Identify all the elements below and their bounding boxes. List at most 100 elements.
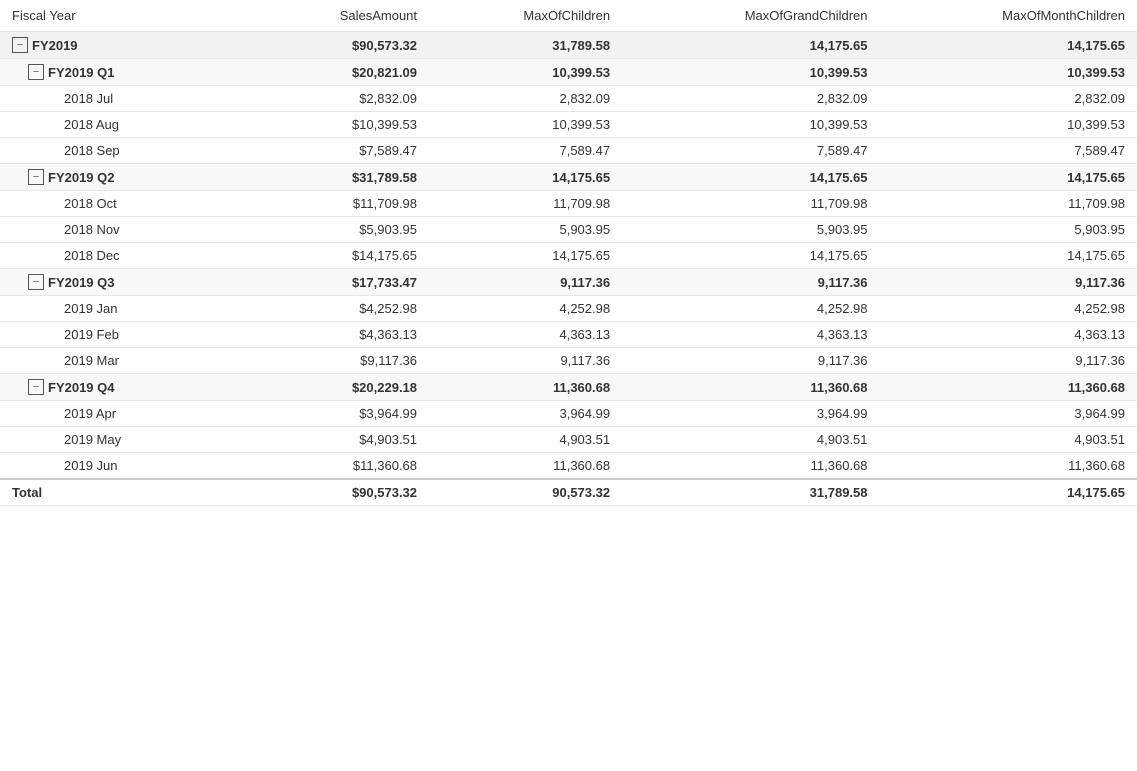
row-label: 2019 May: [64, 432, 121, 447]
fiscal-year-cell: 2018 Aug: [0, 112, 236, 138]
sales-amount-cell: $2,832.09: [236, 86, 429, 112]
expand-collapse-icon[interactable]: −: [28, 169, 44, 185]
fiscal-year-cell: 2018 Jul: [0, 86, 236, 112]
fiscal-year-cell: 2019 Mar: [0, 348, 236, 374]
max-grand-children-cell: 5,903.95: [622, 217, 879, 243]
max-month-children-cell: 4,252.98: [880, 296, 1137, 322]
expand-collapse-icon[interactable]: −: [28, 379, 44, 395]
table-row: 2019 May$4,903.514,903.514,903.514,903.5…: [0, 427, 1137, 453]
fiscal-year-cell: 2018 Oct: [0, 191, 236, 217]
expand-collapse-icon[interactable]: −: [28, 64, 44, 80]
max-grand-children-cell: 4,903.51: [622, 427, 879, 453]
max-children-cell: 9,117.36: [429, 269, 622, 296]
sales-amount-cell: $11,360.68: [236, 453, 429, 480]
max-month-children-cell: 10,399.53: [880, 59, 1137, 86]
table-row: 2019 Jun$11,360.6811,360.6811,360.6811,3…: [0, 453, 1137, 480]
table-row: 2018 Nov$5,903.955,903.955,903.955,903.9…: [0, 217, 1137, 243]
max-children-cell: 7,589.47: [429, 138, 622, 164]
col-header-sales-amount: SalesAmount: [236, 0, 429, 32]
max-month-children-cell: 5,903.95: [880, 217, 1137, 243]
table-row: 2019 Feb$4,363.134,363.134,363.134,363.1…: [0, 322, 1137, 348]
max-children-cell: 14,175.65: [429, 243, 622, 269]
max-grand-children-cell: 4,363.13: [622, 322, 879, 348]
table-row: 2019 Mar$9,117.369,117.369,117.369,117.3…: [0, 348, 1137, 374]
fiscal-year-cell[interactable]: −FY2019 Q4: [0, 374, 236, 401]
max-children-cell: 31,789.58: [429, 32, 622, 59]
row-label: 2018 Nov: [64, 222, 120, 237]
expand-collapse-icon[interactable]: −: [12, 37, 28, 53]
sales-amount-cell: $11,709.98: [236, 191, 429, 217]
max-month-children-cell: 14,175.65: [880, 243, 1137, 269]
table-row: 2018 Jul$2,832.092,832.092,832.092,832.0…: [0, 86, 1137, 112]
max-grand-children-cell: 10,399.53: [622, 59, 879, 86]
row-label: FY2019 Q1: [48, 65, 115, 80]
col-header-max-grand-children: MaxOfGrandChildren: [622, 0, 879, 32]
sales-amount-cell: $90,573.32: [236, 479, 429, 506]
sales-amount-cell: $5,903.95: [236, 217, 429, 243]
header-row: Fiscal Year SalesAmount MaxOfChildren Ma…: [0, 0, 1137, 32]
max-children-cell: 2,832.09: [429, 86, 622, 112]
max-grand-children-cell: 4,252.98: [622, 296, 879, 322]
row-label: 2018 Aug: [64, 117, 119, 132]
col-header-max-month-children: MaxOfMonthChildren: [880, 0, 1137, 32]
fiscal-year-cell[interactable]: −FY2019: [0, 32, 236, 59]
row-label: 2018 Oct: [64, 196, 117, 211]
max-children-cell: 5,903.95: [429, 217, 622, 243]
row-label: 2019 Jun: [64, 458, 118, 473]
sales-amount-cell: $4,903.51: [236, 427, 429, 453]
sales-amount-cell: $17,733.47: [236, 269, 429, 296]
row-label: FY2019 Q4: [48, 380, 115, 395]
max-month-children-cell: 14,175.65: [880, 164, 1137, 191]
sales-amount-cell: $14,175.65: [236, 243, 429, 269]
max-month-children-cell: 4,363.13: [880, 322, 1137, 348]
fiscal-year-cell: 2018 Nov: [0, 217, 236, 243]
table-row: 2019 Jan$4,252.984,252.984,252.984,252.9…: [0, 296, 1137, 322]
max-children-cell: 11,360.68: [429, 453, 622, 480]
table-row: Total$90,573.3290,573.3231,789.5814,175.…: [0, 479, 1137, 506]
sales-amount-cell: $31,789.58: [236, 164, 429, 191]
row-label: Total: [12, 485, 42, 500]
max-grand-children-cell: 3,964.99: [622, 401, 879, 427]
max-grand-children-cell: 11,360.68: [622, 453, 879, 480]
sales-amount-cell: $3,964.99: [236, 401, 429, 427]
max-children-cell: 9,117.36: [429, 348, 622, 374]
fiscal-year-table: Fiscal Year SalesAmount MaxOfChildren Ma…: [0, 0, 1137, 506]
row-label: 2019 Jan: [64, 301, 118, 316]
row-label: 2018 Dec: [64, 248, 120, 263]
table-row: 2019 Apr$3,964.993,964.993,964.993,964.9…: [0, 401, 1137, 427]
max-month-children-cell: 11,709.98: [880, 191, 1137, 217]
max-children-cell: 90,573.32: [429, 479, 622, 506]
expand-collapse-icon[interactable]: −: [28, 274, 44, 290]
max-children-cell: 3,964.99: [429, 401, 622, 427]
max-month-children-cell: 11,360.68: [880, 453, 1137, 480]
max-children-cell: 4,903.51: [429, 427, 622, 453]
table-container: Fiscal Year SalesAmount MaxOfChildren Ma…: [0, 0, 1137, 771]
max-children-cell: 4,363.13: [429, 322, 622, 348]
max-grand-children-cell: 31,789.58: [622, 479, 879, 506]
max-grand-children-cell: 11,709.98: [622, 191, 879, 217]
row-label: FY2019 Q3: [48, 275, 115, 290]
max-grand-children-cell: 11,360.68: [622, 374, 879, 401]
max-grand-children-cell: 14,175.65: [622, 32, 879, 59]
sales-amount-cell: $90,573.32: [236, 32, 429, 59]
max-month-children-cell: 11,360.68: [880, 374, 1137, 401]
fiscal-year-cell[interactable]: −FY2019 Q2: [0, 164, 236, 191]
max-children-cell: 4,252.98: [429, 296, 622, 322]
max-grand-children-cell: 14,175.65: [622, 243, 879, 269]
sales-amount-cell: $9,117.36: [236, 348, 429, 374]
max-grand-children-cell: 7,589.47: [622, 138, 879, 164]
col-header-max-children: MaxOfChildren: [429, 0, 622, 32]
row-label: 2019 Feb: [64, 327, 119, 342]
sales-amount-cell: $20,821.09: [236, 59, 429, 86]
max-month-children-cell: 4,903.51: [880, 427, 1137, 453]
table-row: −FY2019 Q1$20,821.0910,399.5310,399.5310…: [0, 59, 1137, 86]
fiscal-year-cell[interactable]: −FY2019 Q3: [0, 269, 236, 296]
row-label: 2018 Jul: [64, 91, 113, 106]
max-month-children-cell: 9,117.36: [880, 348, 1137, 374]
row-label: 2019 Mar: [64, 353, 119, 368]
max-grand-children-cell: 10,399.53: [622, 112, 879, 138]
table-row: 2018 Sep$7,589.477,589.477,589.477,589.4…: [0, 138, 1137, 164]
max-grand-children-cell: 2,832.09: [622, 86, 879, 112]
fiscal-year-cell: 2019 Feb: [0, 322, 236, 348]
fiscal-year-cell[interactable]: −FY2019 Q1: [0, 59, 236, 86]
